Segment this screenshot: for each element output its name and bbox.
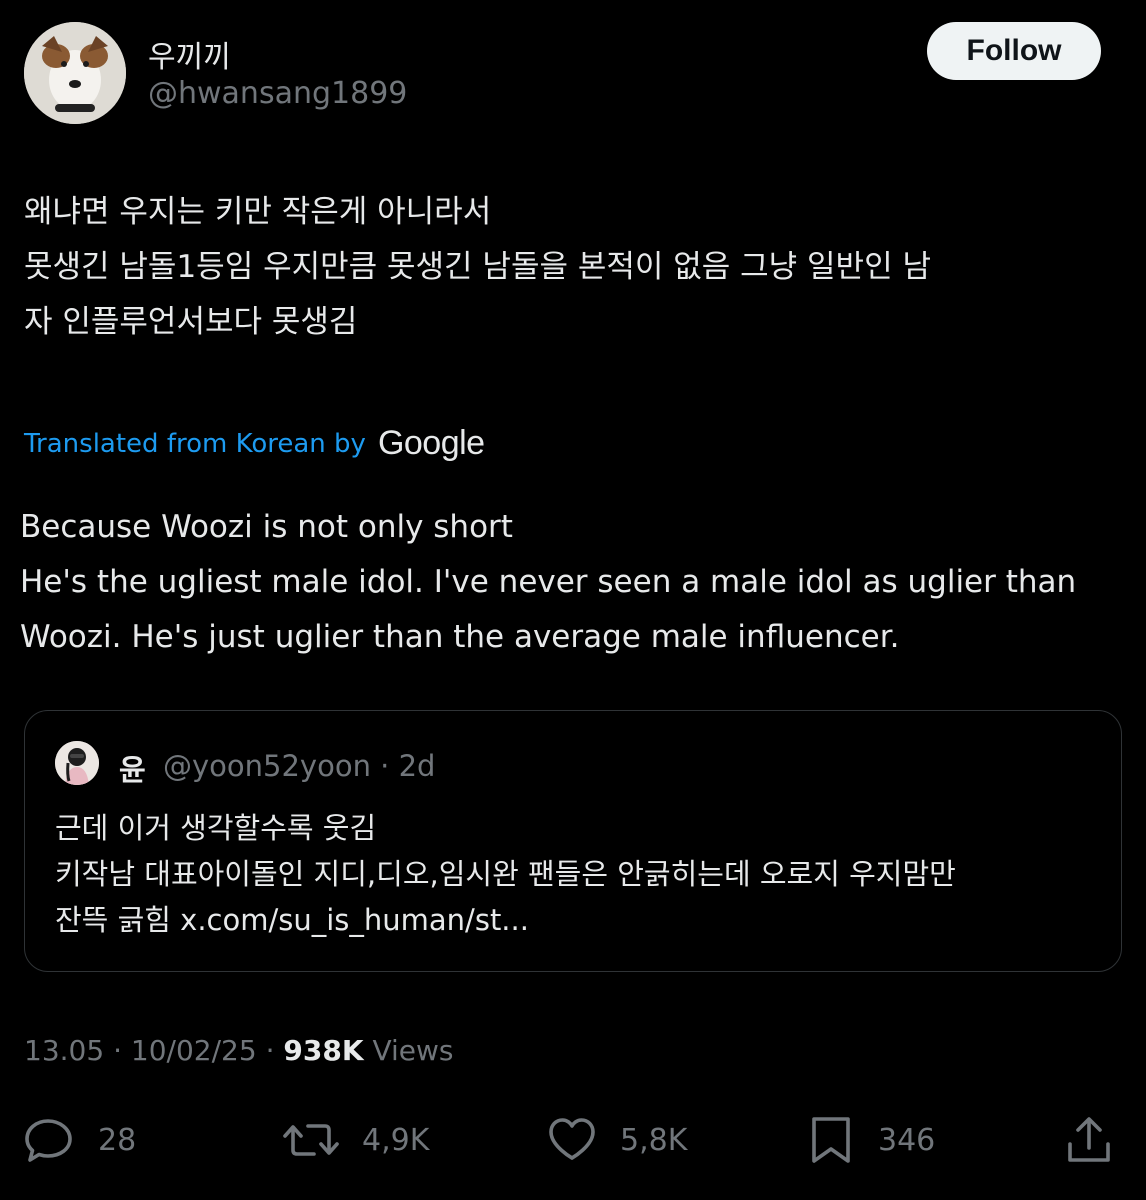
quoted-author-meta: @yoon52yoon · 2d <box>163 749 436 783</box>
repost-count: 4,9K <box>362 1122 430 1158</box>
heart-icon[interactable] <box>546 1116 598 1164</box>
translated-text-line: Because Woozi is not only short <box>20 509 513 545</box>
author-handle[interactable]: @hwansang1899 <box>148 76 407 111</box>
quoted-text-line: 키작남 대표아이돌인 지디,디오,임시완 팬들은 안긁히는데 오로지 우지맘만 <box>55 857 956 891</box>
like-action[interactable]: 5,8K <box>546 1110 687 1170</box>
tweet-text: 왜냐면 우지는 키만 작은게 아니라서 못생긴 남돌1등임 우지만큼 못생긴 남… <box>24 185 1124 350</box>
bookmark-action[interactable]: 346 <box>806 1110 935 1170</box>
share-icon[interactable] <box>1064 1114 1114 1166</box>
author-avatar[interactable] <box>24 22 126 124</box>
google-logo: Google <box>377 424 485 462</box>
reply-action[interactable]: 28 <box>24 1110 136 1170</box>
tweet-date[interactable]: 10/02/25 <box>131 1034 257 1067</box>
bookmark-count: 346 <box>878 1122 936 1158</box>
tweet-meta: 13.05 · 10/02/25 · 938K Views <box>24 1034 453 1067</box>
author-display-name[interactable]: 우끼끼 <box>148 32 231 76</box>
follow-button[interactable]: Follow <box>927 22 1101 80</box>
like-count: 5,8K <box>620 1122 688 1158</box>
meta-separator: · <box>113 1034 122 1067</box>
translated-label[interactable]: Translated from Korean by <box>24 429 366 459</box>
tweet-text-line: 자 인플루언서보다 못생김 <box>24 304 358 340</box>
tweet-time[interactable]: 13.05 <box>24 1034 104 1067</box>
quoted-tweet-text: 근데 이거 생각할수록 웃김 키작남 대표아이돌인 지디,디오,임시완 팬들은 … <box>55 805 1105 943</box>
translated-text-line: Woozi. He's just uglier than the average… <box>20 619 900 655</box>
repost-action[interactable]: 4,9K <box>282 1110 429 1170</box>
tweet-text-line: 왜냐면 우지는 키만 작은게 아니라서 <box>24 194 492 230</box>
translated-notice[interactable]: Translated from Korean by Google <box>24 424 485 463</box>
meta-separator: · <box>265 1034 275 1067</box>
translated-text: Because Woozi is not only short He's the… <box>20 500 1130 665</box>
translated-text-line: He's the ugliest male idol. I've never s… <box>20 564 1077 600</box>
quoted-text-line: 잔뜩 긁힘 x.com/su_is_human/st... <box>55 903 529 937</box>
repost-icon[interactable] <box>282 1116 340 1164</box>
views-count: 938K <box>283 1034 364 1067</box>
share-action[interactable] <box>1064 1110 1114 1170</box>
reply-count: 28 <box>98 1122 137 1158</box>
quoted-author-avatar[interactable] <box>55 741 99 785</box>
quoted-text-line: 근데 이거 생각할수록 웃김 <box>55 811 377 845</box>
quoted-tweet[interactable]: 윤 @yoon52yoon · 2d 근데 이거 생각할수록 웃김 키작남 대표… <box>24 710 1122 972</box>
bookmark-icon[interactable] <box>806 1114 856 1166</box>
quoted-author-name[interactable]: 윤 <box>119 747 146 789</box>
views-label: Views <box>372 1034 454 1067</box>
tweet-text-line: 못생긴 남돌1등임 우지만큼 못생긴 남돌을 본적이 없음 그냥 일반인 남 <box>24 249 931 285</box>
reply-icon[interactable] <box>24 1116 76 1164</box>
